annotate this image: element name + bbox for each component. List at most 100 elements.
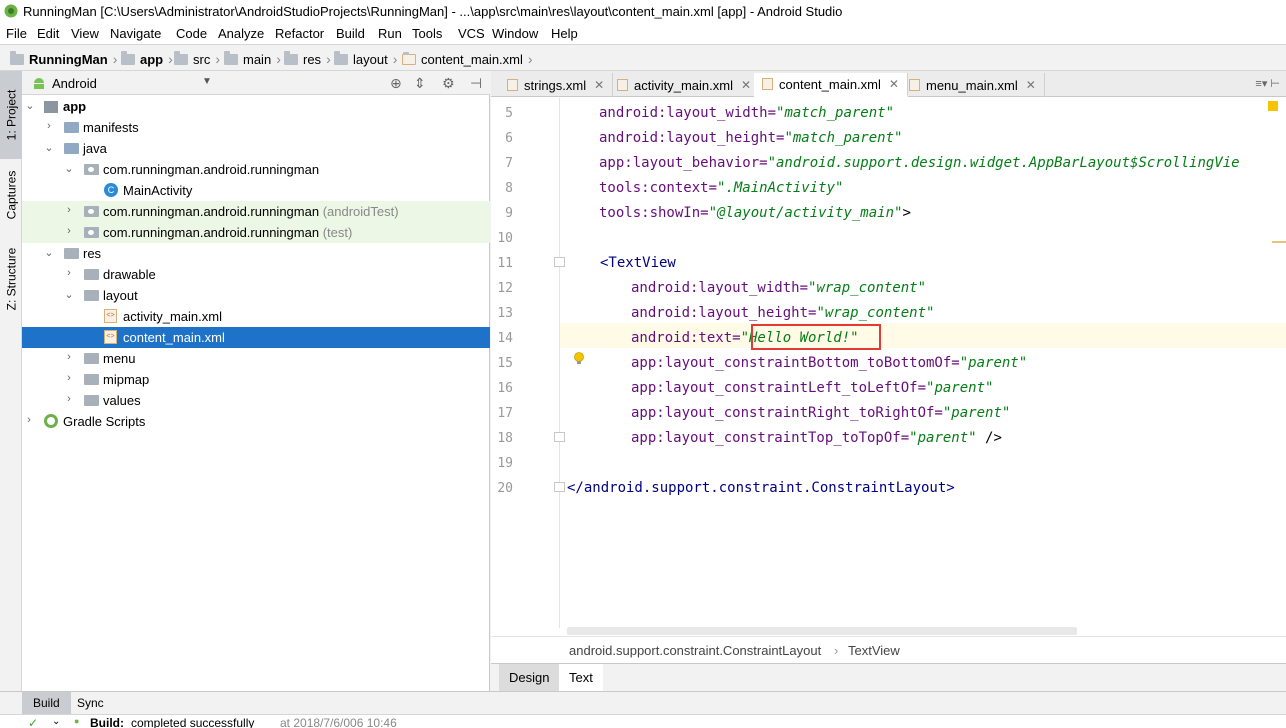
tree-item-drawable[interactable]: › drawable: [22, 264, 490, 285]
target-icon[interactable]: ⊕: [390, 75, 402, 92]
project-tool-tab[interactable]: 1: Project: [0, 71, 22, 159]
tree-item-mainactivity[interactable]: C MainActivity: [22, 180, 490, 201]
chevron-right-icon[interactable]: ›: [63, 393, 75, 405]
package-icon: [84, 206, 99, 217]
menu-build[interactable]: Build: [336, 26, 365, 41]
collapse-all-icon[interactable]: ⇕: [414, 75, 426, 92]
code-line-16[interactable]: app:layout_constraintLeft_toLeftOf="pare…: [631, 380, 993, 396]
code-line-11[interactable]: <TextView: [600, 255, 676, 271]
chevron-down-icon[interactable]: ▼: [202, 76, 212, 87]
tab-list-icon[interactable]: ≡▾ ⊢: [1255, 77, 1280, 90]
menu-window[interactable]: Window: [492, 26, 538, 41]
folder-icon: [284, 50, 298, 65]
code-line-20[interactable]: </android.support.constraint.ConstraintL…: [567, 480, 955, 496]
chevron-down-icon[interactable]: ⌄: [43, 141, 55, 154]
chevron-right-icon[interactable]: ›: [23, 414, 35, 426]
code-line-15[interactable]: app:layout_constraintBottom_toBottomOf="…: [631, 355, 1027, 371]
nav-crumb-main[interactable]: main ›: [224, 50, 281, 67]
chevron-right-icon[interactable]: ›: [43, 120, 55, 132]
menu-tools[interactable]: Tools: [412, 26, 442, 41]
tree-item-layout[interactable]: ⌄ layout: [22, 285, 490, 306]
menu-help[interactable]: Help: [551, 26, 578, 41]
menu-code[interactable]: Code: [176, 26, 207, 41]
close-icon[interactable]: ✕: [741, 78, 751, 92]
hide-panel-icon[interactable]: ⊣: [470, 75, 482, 92]
close-icon[interactable]: ✕: [1026, 78, 1036, 92]
menu-view[interactable]: View: [71, 26, 99, 41]
chevron-down-icon[interactable]: ⌄: [24, 99, 36, 112]
tab-strings-xml[interactable]: strings.xml ✕: [499, 73, 614, 97]
menu-edit[interactable]: Edit: [37, 26, 59, 41]
code-line-18[interactable]: app:layout_constraintTop_toTopOf="parent…: [631, 430, 1002, 446]
design-text-tabs: Design Text: [491, 663, 1286, 691]
breadcrumb-constraintlayout[interactable]: android.support.constraint.ConstraintLay…: [569, 643, 821, 658]
chevron-down-icon[interactable]: ⌄: [52, 716, 60, 727]
fold-marker-icon[interactable]: [554, 432, 565, 442]
tree-item-java[interactable]: ⌄ java: [22, 138, 490, 159]
code-line-9[interactable]: tools:showIn="@layout/activity_main">: [599, 205, 911, 221]
tree-item-values[interactable]: › values: [22, 390, 490, 411]
nav-crumb-file[interactable]: content_main.xml ›: [402, 51, 533, 67]
gear-icon[interactable]: ⚙: [442, 75, 455, 92]
horizontal-scrollbar[interactable]: [567, 627, 1077, 635]
tree-item-package-main[interactable]: ⌄ com.runningman.android.runningman: [22, 159, 490, 180]
menu-navigate[interactable]: Navigate: [110, 26, 161, 41]
menu-run[interactable]: Run: [378, 26, 402, 41]
tab-activity-main-xml[interactable]: activity_main.xml ✕: [609, 73, 761, 97]
title-bar: RunningMan [C:\Users\Administrator\Andro…: [0, 0, 1286, 22]
xml-file-icon: [909, 79, 920, 91]
code-line-13[interactable]: android:layout_height="wrap_content": [631, 305, 934, 321]
tree-item-manifests[interactable]: › manifests: [22, 117, 490, 138]
menu-file[interactable]: File: [6, 26, 27, 41]
chevron-down-icon[interactable]: ⌄: [63, 162, 75, 175]
structure-tool-tab[interactable]: Z: Structure: [0, 239, 22, 319]
tree-item-res[interactable]: ⌄ res: [22, 243, 490, 264]
nav-crumb-layout[interactable]: layout ›: [334, 50, 397, 67]
tab-content-main-xml[interactable]: content_main.xml ✕: [754, 73, 908, 97]
close-icon[interactable]: ✕: [594, 78, 604, 92]
folder-icon: [64, 143, 79, 154]
module-folder-icon: [44, 101, 58, 113]
tab-design[interactable]: Design: [499, 664, 560, 691]
tree-item-activity-main-xml[interactable]: <> activity_main.xml: [22, 306, 490, 327]
tab-text[interactable]: Text: [559, 664, 603, 691]
nav-crumb-src[interactable]: src ›: [174, 50, 220, 67]
chevron-right-icon[interactable]: ›: [63, 351, 75, 363]
chevron-down-icon[interactable]: ⌄: [43, 246, 55, 259]
tab-build[interactable]: Build: [22, 692, 71, 714]
tab-sync[interactable]: Sync: [66, 692, 115, 714]
view-selector[interactable]: Android: [52, 76, 97, 91]
tree-item-gradle-scripts[interactable]: › Gradle Scripts: [22, 411, 490, 432]
nav-crumb-app[interactable]: app ›: [121, 50, 173, 67]
code-line-17[interactable]: app:layout_constraintRight_toRightOf="pa…: [631, 405, 1010, 421]
tab-menu-main-xml[interactable]: menu_main.xml ✕: [901, 73, 1045, 97]
chevron-down-icon[interactable]: ⌄: [63, 288, 75, 301]
chevron-right-icon[interactable]: ›: [63, 225, 75, 237]
menu-vcs[interactable]: VCS: [458, 26, 485, 41]
code-line-7[interactable]: app:layout_behavior="android.support.des…: [599, 155, 1240, 171]
chevron-right-icon[interactable]: ›: [63, 372, 75, 384]
lightbulb-icon[interactable]: [573, 352, 585, 366]
nav-crumb-res[interactable]: res ›: [284, 50, 331, 67]
tree-item-app[interactable]: ⌄ app: [22, 96, 490, 117]
code-line-12[interactable]: android:layout_width="wrap_content": [631, 280, 926, 296]
tree-item-menu[interactable]: › menu: [22, 348, 490, 369]
menu-analyze[interactable]: Analyze: [218, 26, 264, 41]
close-icon[interactable]: ✕: [889, 77, 899, 91]
fold-marker-icon[interactable]: [554, 482, 565, 492]
menu-refactor[interactable]: Refactor: [275, 26, 324, 41]
chevron-right-icon[interactable]: ›: [63, 267, 75, 279]
warning-marker-icon[interactable]: [1268, 101, 1278, 111]
code-line-5[interactable]: android:layout_width="match_parent": [599, 105, 894, 121]
code-line-8[interactable]: tools:context=".MainActivity": [599, 180, 843, 196]
chevron-right-icon[interactable]: ›: [63, 204, 75, 216]
code-line-6[interactable]: android:layout_height="match_parent": [599, 130, 902, 146]
nav-crumb-project[interactable]: RunningMan ›: [10, 50, 117, 67]
tree-item-package-test[interactable]: › com.runningman.android.runningman (tes…: [22, 222, 490, 243]
breadcrumb-textview[interactable]: TextView: [848, 643, 900, 658]
tree-item-mipmap[interactable]: › mipmap: [22, 369, 490, 390]
tree-item-content-main-xml[interactable]: <> content_main.xml: [22, 327, 490, 348]
captures-tool-tab[interactable]: Captures: [0, 159, 22, 231]
tree-item-package-androidtest[interactable]: › com.runningman.android.runningman (and…: [22, 201, 490, 222]
fold-marker-icon[interactable]: [554, 257, 565, 267]
